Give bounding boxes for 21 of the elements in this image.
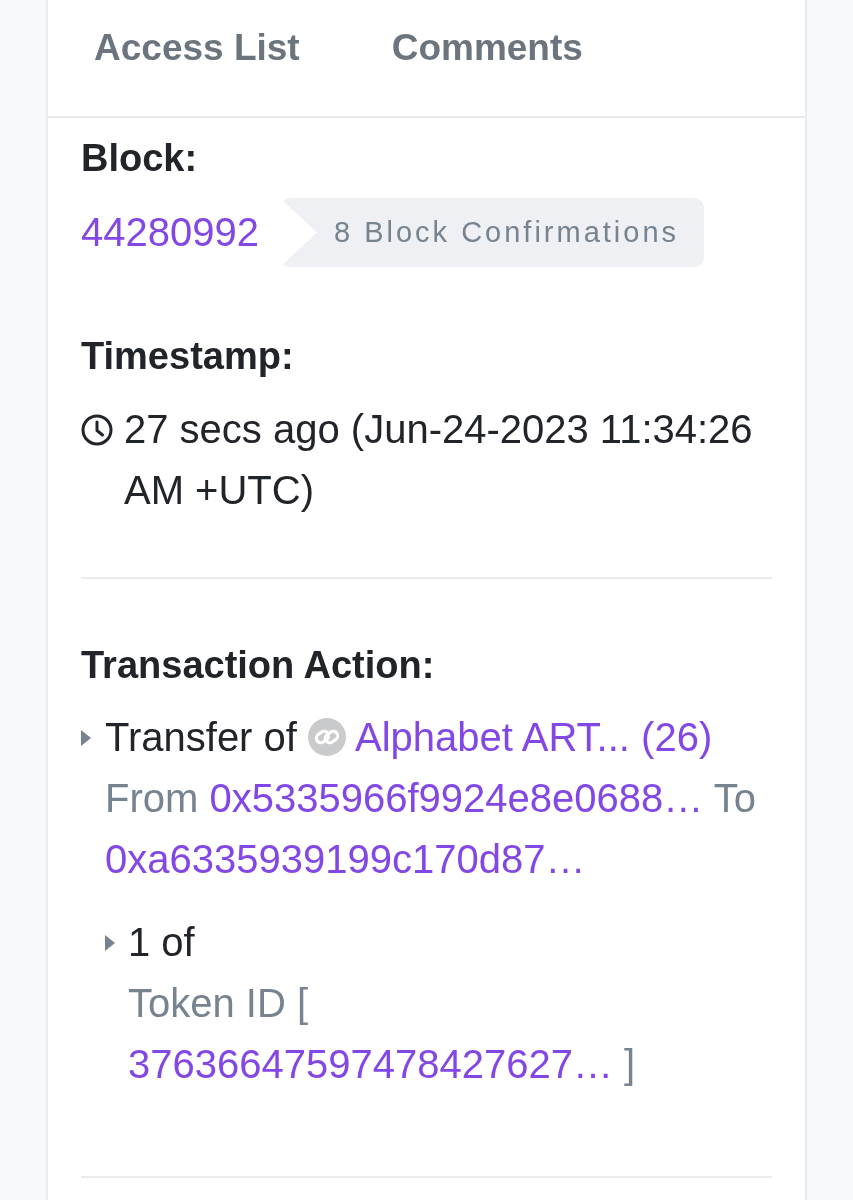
from-address-link[interactable]: 0x5335966f9924e8e0688… <box>209 776 704 820</box>
timestamp-value: 27 secs ago (Jun-24-2023 11:34:26 AM +UTC) <box>124 406 754 514</box>
caret-icon <box>81 729 91 746</box>
timestamp-label: Timestamp: <box>81 334 294 379</box>
clock-icon <box>81 413 113 446</box>
to-address-link[interactable]: 0xa6335939199c170d87… <box>105 837 586 881</box>
token-link[interactable]: Alphabet ART... (26) <box>354 715 713 759</box>
transaction-action-label: Transaction Action: <box>81 643 435 688</box>
from-label: From <box>105 776 199 820</box>
tab[interactable]: Comments <box>345 26 629 74</box>
token-id-link[interactable]: 37636647597478427627… <box>128 1042 613 1086</box>
bracket-text: ] <box>624 1042 636 1086</box>
chain-link-icon <box>308 718 347 757</box>
transfer-text: Transfer of <box>105 715 297 759</box>
to-label: To <box>713 776 756 820</box>
caret-icon <box>105 934 115 951</box>
amount-text: 1 of <box>128 920 195 964</box>
token-id-label: Token ID [ <box>128 981 309 1025</box>
block-label: Block: <box>81 136 198 181</box>
block-number-link[interactable]: 44280992 <box>81 210 259 255</box>
tab[interactable]: Access List <box>48 26 346 74</box>
